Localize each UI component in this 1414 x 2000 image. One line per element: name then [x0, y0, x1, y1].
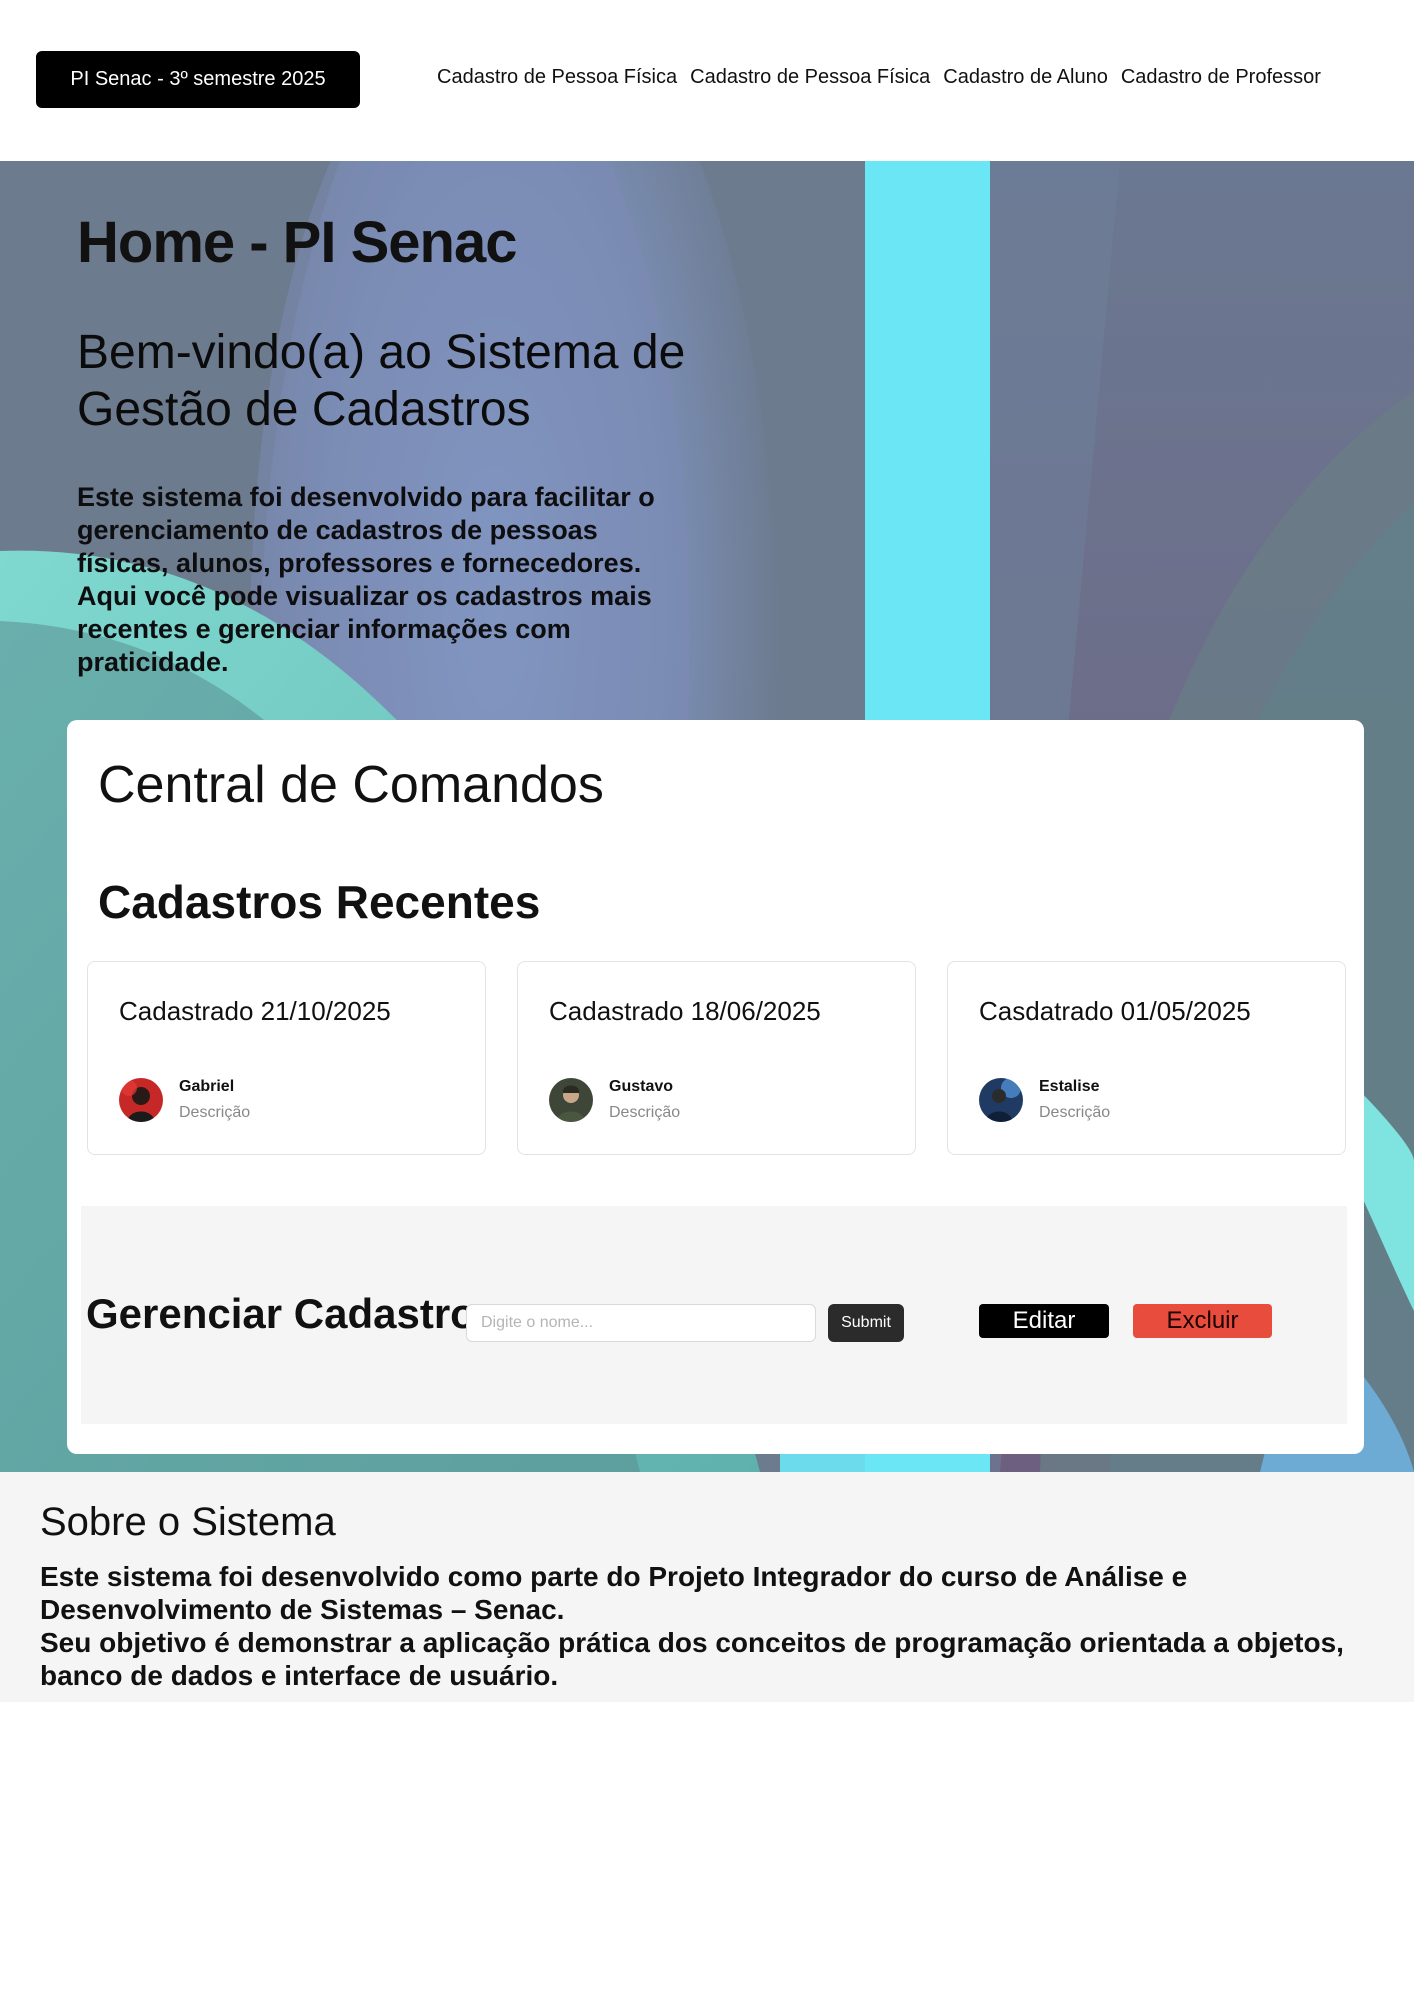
avatar [979, 1078, 1023, 1122]
record-card[interactable]: Cadastrado 18/06/2025 Gustavo Descrição [517, 961, 916, 1155]
record-name: Gabriel [179, 1078, 235, 1095]
manage-records-bar: Gerenciar Cadastro Submit Editar Excluir [81, 1206, 1347, 1424]
panel-title: Central de Comandos [98, 756, 604, 814]
nav-link-pessoa-fisica-2[interactable]: Cadastro de Pessoa Física [690, 66, 930, 89]
top-header: PI Senac - 3º semestre 2025 Cadastro de … [0, 0, 1414, 161]
record-name: Estalise [1039, 1078, 1100, 1095]
about-text: Este sistema foi desenvolvido como parte… [40, 1561, 1344, 1691]
avatar [549, 1078, 593, 1122]
page-title: Home - PI Senac [77, 210, 517, 275]
brand-badge[interactable]: PI Senac - 3º semestre 2025 [36, 51, 360, 108]
search-name-input[interactable] [466, 1304, 816, 1342]
about-section: Sobre o Sistema Este sistema foi desenvo… [0, 1472, 1414, 1702]
record-description: Descrição [179, 1104, 251, 1121]
record-date: Casdatrado 01/05/2025 [979, 996, 1251, 1026]
record-description: Descrição [1039, 1104, 1111, 1121]
edit-button[interactable]: Editar [979, 1304, 1109, 1338]
record-name: Gustavo [609, 1078, 674, 1095]
recent-records-heading: Cadastros Recentes [98, 876, 541, 928]
main-nav: Cadastro de Pessoa Física Cadastro de Pe… [437, 66, 1321, 89]
manage-heading: Gerenciar Cadastro [86, 1290, 476, 1337]
submit-button[interactable]: Submit [828, 1304, 904, 1342]
nav-link-pessoa-fisica-1[interactable]: Cadastro de Pessoa Física [437, 66, 677, 89]
record-card[interactable]: Casdatrado 01/05/2025 Estalise Descrição [947, 961, 1346, 1155]
record-description: Descrição [609, 1104, 681, 1121]
about-heading: Sobre o Sistema [40, 1500, 336, 1544]
avatar [119, 1078, 163, 1122]
record-card[interactable]: Cadastrado 21/10/2025 Gabriel Descrição [87, 961, 486, 1155]
record-date: Cadastrado 21/10/2025 [119, 996, 391, 1026]
nav-link-professor[interactable]: Cadastro de Professor [1121, 66, 1321, 89]
welcome-heading: Bem-vindo(a) ao Sistema de Gestão de Cad… [77, 326, 686, 436]
record-date: Cadastrado 18/06/2025 [549, 996, 821, 1026]
intro-text: Este sistema foi desenvolvido para facil… [77, 482, 655, 677]
nav-link-aluno[interactable]: Cadastro de Aluno [943, 66, 1108, 89]
command-panel: Central de Comandos Cadastros Recentes C… [67, 720, 1364, 1454]
delete-button[interactable]: Excluir [1133, 1304, 1272, 1338]
